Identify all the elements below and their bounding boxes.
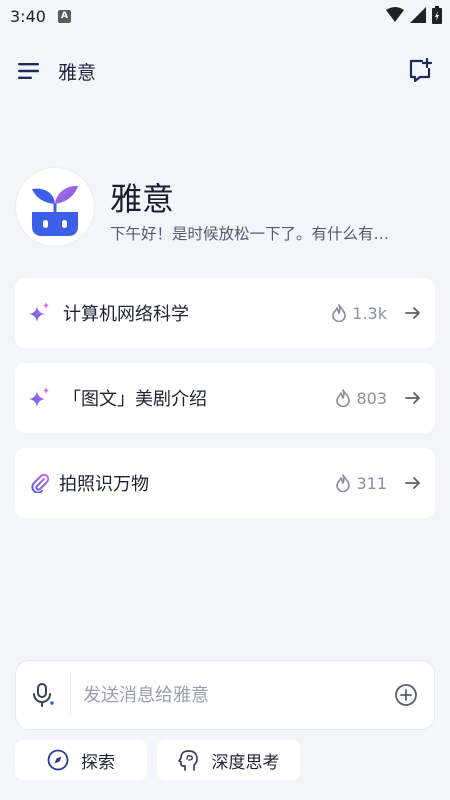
menu-icon[interactable] xyxy=(18,62,40,80)
suggestion-title: 拍照识万物 xyxy=(59,474,149,495)
suggestion-count: 311 xyxy=(356,473,387,493)
message-input[interactable] xyxy=(71,684,378,706)
status-time: 3:40 xyxy=(10,6,46,26)
bot-avatar xyxy=(16,168,94,246)
suggestion-card[interactable]: 拍照识万物 311 xyxy=(15,448,435,518)
arrow-right-icon xyxy=(405,307,420,319)
sprout-robot-logo xyxy=(32,185,78,236)
sparkle-icon xyxy=(29,302,51,324)
sparkle-icon xyxy=(29,387,51,409)
suggestion-stat: 803 xyxy=(336,389,387,408)
compass-icon xyxy=(47,749,69,771)
flame-icon xyxy=(336,389,351,407)
message-composer xyxy=(15,660,435,730)
suggestion-stat: 311 xyxy=(336,474,387,493)
wifi-icon xyxy=(386,7,404,22)
deep-thinking-label: 深度思考 xyxy=(211,752,280,773)
top-app-bar: 雅意 xyxy=(0,48,450,94)
signal-icon xyxy=(410,7,426,23)
notification-a-icon: A xyxy=(57,9,71,23)
bot-profile: 雅意 下午好！是时候放松一下了。有什么有… xyxy=(16,168,436,248)
suggestion-stat: 1.3k xyxy=(332,304,387,323)
battery-icon xyxy=(432,6,442,24)
status-icons xyxy=(386,6,442,24)
suggestion-card[interactable]: 计算机网络科学 1.3k xyxy=(15,278,435,348)
bot-greeting: 下午好！是时候放松一下了。有什么有… xyxy=(110,225,390,243)
paperclip-icon xyxy=(29,472,51,494)
arrow-right-icon xyxy=(405,392,420,404)
status-bar: 3:40 A xyxy=(0,0,450,32)
page-title: 雅意 xyxy=(58,61,97,84)
bot-name: 雅意 xyxy=(110,180,175,218)
suggestion-card[interactable]: 「图文」美剧介绍 803 xyxy=(15,363,435,433)
deep-thinking-chip[interactable]: 深度思考 xyxy=(157,740,300,780)
suggestion-count: 1.3k xyxy=(352,303,387,323)
suggestion-count: 803 xyxy=(356,388,387,408)
voice-input-button[interactable] xyxy=(16,683,70,707)
add-attachment-button[interactable] xyxy=(378,683,434,707)
suggestion-title: 计算机网络科学 xyxy=(63,304,189,325)
microphone-icon xyxy=(33,683,54,707)
flame-icon xyxy=(332,304,347,322)
flame-icon xyxy=(336,474,351,492)
suggestion-title: 「图文」美剧介绍 xyxy=(63,389,207,410)
explore-chip[interactable]: 探索 xyxy=(15,740,147,780)
head-brain-icon xyxy=(177,750,198,771)
explore-label: 探索 xyxy=(81,752,115,773)
plus-circle-icon xyxy=(395,684,417,706)
arrow-right-icon xyxy=(405,477,420,489)
new-chat-icon[interactable] xyxy=(408,58,432,82)
